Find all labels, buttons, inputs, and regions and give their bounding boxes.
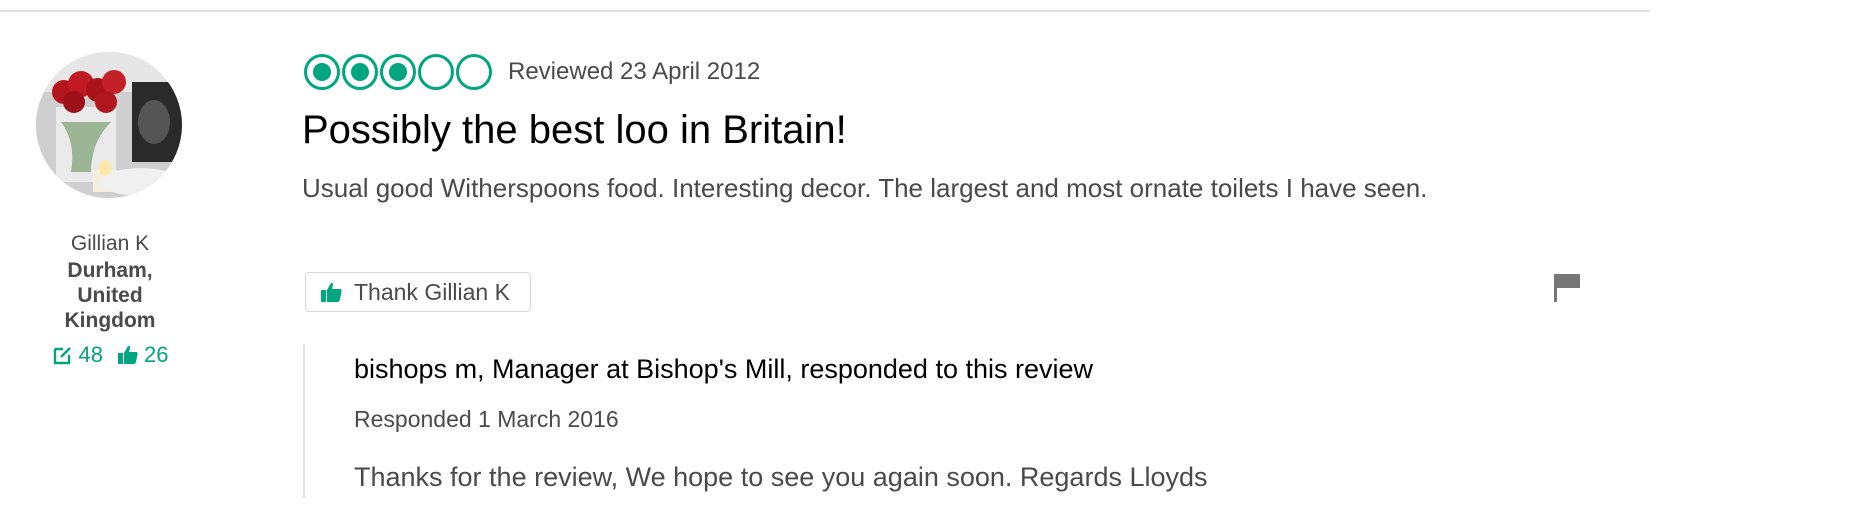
response-body: Thanks for the review, We hope to see yo… — [354, 462, 1208, 492]
thank-reviewer-button[interactable]: Thank Gillian K — [305, 272, 531, 312]
review-body: Usual good Witherspoons food. Interestin… — [302, 173, 1428, 203]
helpful-votes-stat: 26 — [117, 342, 168, 368]
rating-bubble-empty — [418, 54, 454, 90]
rating-bubble-empty — [456, 54, 492, 90]
reviewer-name[interactable]: Gillian K — [0, 232, 220, 256]
thumbs-up-icon — [320, 281, 344, 303]
review-card: Gillian K Durham, United Kingdom 48 26 R… — [0, 0, 1860, 518]
thank-button-label: Thank Gillian K — [354, 278, 510, 305]
reviewer-location: Durham, United Kingdom — [64, 259, 156, 332]
thumbs-up-icon — [117, 344, 139, 366]
divider — [0, 10, 1650, 12]
helpful-votes-count: 26 — [144, 342, 169, 367]
contributions-stat: 48 — [52, 342, 103, 368]
review-title[interactable]: Possibly the best loo in Britain! — [302, 106, 847, 154]
reviewer-info: Gillian K Durham, United Kingdom 48 26 — [0, 0, 220, 518]
flag-icon[interactable] — [1552, 272, 1582, 304]
review-date: Reviewed 23 April 2012 — [508, 58, 761, 85]
avatar-image — [36, 52, 182, 198]
rating-bubble-filled — [342, 54, 378, 90]
avatar[interactable] — [36, 52, 182, 198]
response-date: Responded 1 March 2016 — [354, 406, 619, 432]
bubble-rating — [304, 54, 492, 90]
edit-icon — [52, 344, 74, 366]
rating-bubble-filled — [380, 54, 416, 90]
reviewer-stats: 48 26 — [0, 342, 220, 368]
response-header: bishops m, Manager at Bishop's Mill, res… — [354, 354, 1094, 384]
rating-bubble-filled — [304, 54, 340, 90]
management-response: bishops m, Manager at Bishop's Mill, res… — [303, 344, 1603, 498]
contributions-count: 48 — [78, 342, 103, 367]
rating-row: Reviewed 23 April 2012 — [304, 52, 760, 92]
